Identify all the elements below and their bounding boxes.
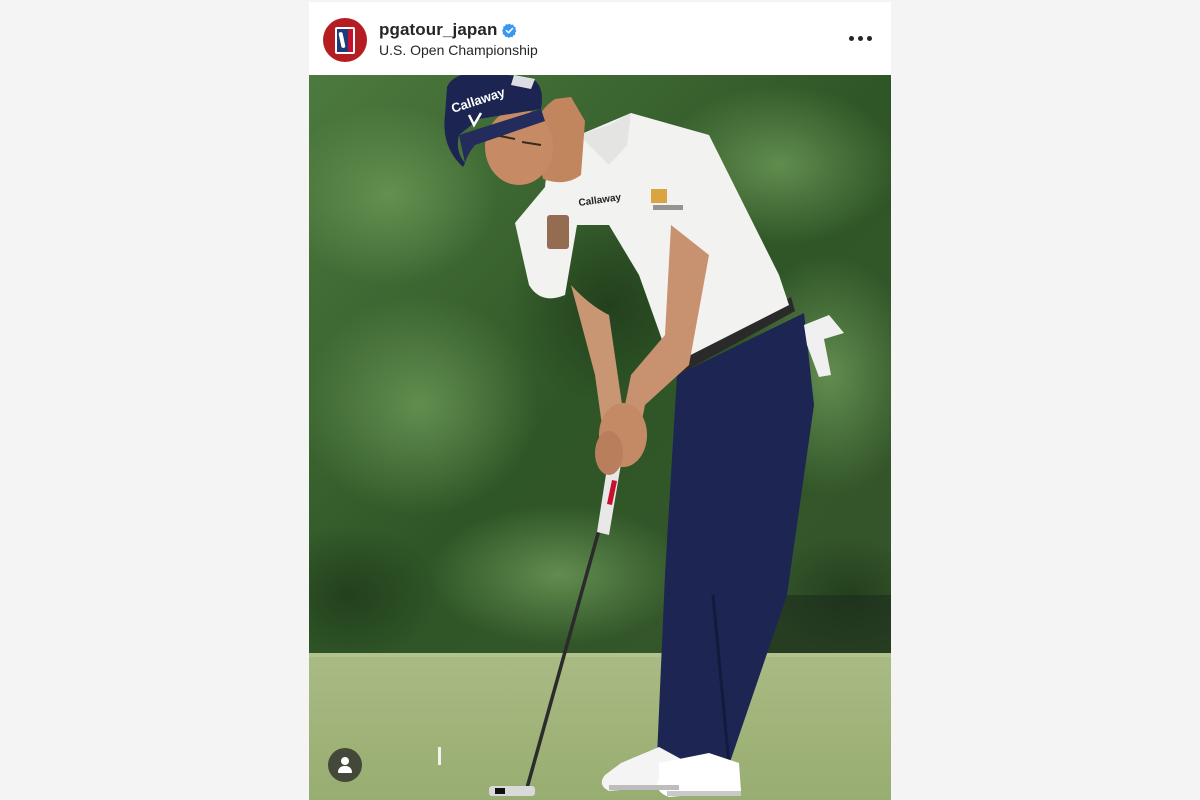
pga-tour-logo-icon: [335, 27, 355, 54]
user-icon: [341, 757, 349, 765]
tagged-users-button[interactable]: [328, 748, 362, 782]
location-link[interactable]: U.S. Open Championship: [379, 42, 538, 58]
post-header: pgatour_japan U.S. Open Championship: [309, 2, 891, 75]
more-options-button[interactable]: [844, 28, 878, 48]
username-link[interactable]: pgatour_japan: [379, 20, 497, 40]
post-photo[interactable]: Callaway Callaway: [309, 75, 891, 800]
instagram-post: pgatour_japan U.S. Open Championship Cal…: [309, 2, 891, 800]
verified-badge-icon: [502, 23, 517, 38]
profile-avatar[interactable]: [323, 18, 367, 62]
golfer-putting-photo: Callaway Callaway: [309, 75, 891, 800]
